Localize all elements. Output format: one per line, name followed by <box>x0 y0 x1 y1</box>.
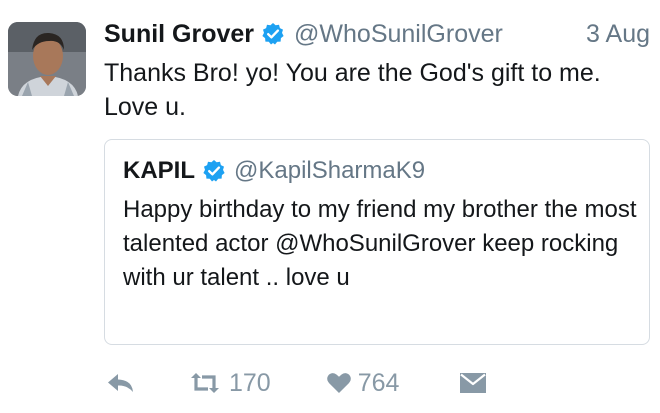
reply-button[interactable] <box>105 370 137 396</box>
tweet-header: Sunil Grover @WhoSunilGrover 3 Aug <box>104 16 652 52</box>
tweet-actions-bar: 170 764 <box>100 366 660 400</box>
heart-icon <box>326 371 352 395</box>
quoted-author-handle: @KapilSharmaK9 <box>234 157 426 184</box>
author-avatar[interactable] <box>8 22 86 96</box>
retweet-icon <box>187 370 223 396</box>
author-name[interactable]: Sunil Grover <box>104 20 254 49</box>
envelope-icon <box>459 372 487 394</box>
tweet-date[interactable]: 3 Aug <box>586 20 652 49</box>
like-button[interactable]: 764 <box>326 368 400 398</box>
reply-icon <box>105 370 137 396</box>
quoted-tweet-header: KAPIL @KapilSharmaK9 <box>123 154 425 188</box>
like-count: 764 <box>357 368 400 397</box>
retweet-button[interactable]: 170 <box>187 369 271 398</box>
retweet-count: 170 <box>229 368 271 397</box>
quoted-tweet-card[interactable]: KAPIL @KapilSharmaK9 Happy birthday to m… <box>104 139 650 345</box>
tweet-text: Thanks Bro! yo! You are the God's gift t… <box>104 59 601 121</box>
author-handle[interactable]: @WhoSunilGrover <box>294 20 503 49</box>
verified-badge-icon <box>261 22 285 46</box>
quoted-verified-badge-icon <box>202 159 226 183</box>
direct-message-button[interactable] <box>459 372 487 394</box>
quoted-author-name: KAPIL <box>123 157 195 184</box>
quoted-tweet-text: Happy birthday to my friend my brother t… <box>123 196 637 291</box>
